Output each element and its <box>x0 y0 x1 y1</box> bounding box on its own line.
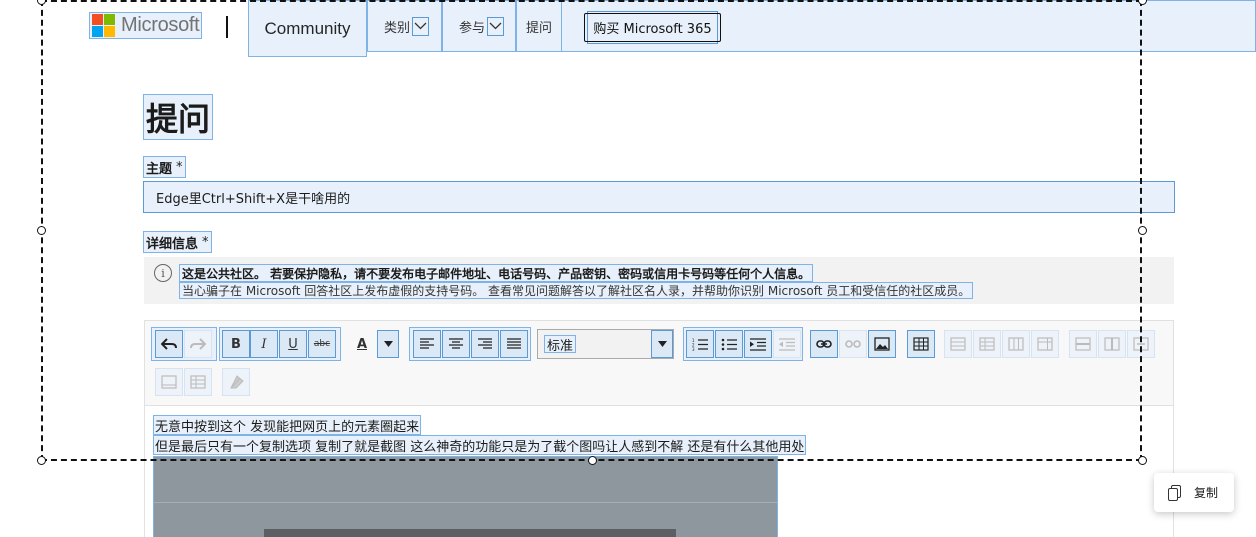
selection-handle-bottom-right[interactable] <box>1138 456 1147 465</box>
copy-button[interactable]: 复制 <box>1154 473 1234 512</box>
selection-handle-bottom-mid[interactable] <box>588 456 597 465</box>
copy-label: 复制 <box>1194 486 1219 500</box>
image-dark-block <box>264 529 676 537</box>
selection-handle-mid-right[interactable] <box>1138 226 1147 235</box>
selection-handle-bottom-left[interactable] <box>37 456 46 465</box>
image-divider <box>154 502 777 503</box>
embedded-screenshot-image <box>153 456 778 537</box>
selection-rectangle[interactable] <box>41 0 1142 461</box>
selection-handle-mid-left[interactable] <box>37 226 46 235</box>
copy-icon <box>1168 484 1182 501</box>
page: Microsoft Community 类别 参与 提问 购买 Microsof… <box>0 0 1256 537</box>
